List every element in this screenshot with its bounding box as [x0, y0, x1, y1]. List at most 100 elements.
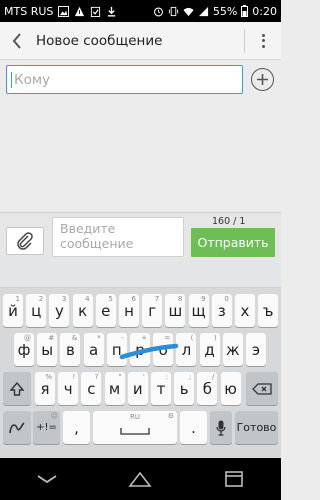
done-key[interactable]: Готово [235, 411, 278, 444]
key-и[interactable]: и ' [127, 372, 148, 405]
key-alt-label: @ [24, 334, 31, 342]
paperclip-icon [17, 232, 33, 250]
key-alt-label: ( [190, 334, 194, 342]
warning-notification-icon [75, 6, 85, 16]
key-т[interactable]: т: [151, 372, 171, 405]
key-alt-label: 4 [85, 295, 90, 303]
key-label: и [132, 379, 143, 398]
key-л[interactable]: л( [176, 333, 197, 366]
key-ъ[interactable]: ъ [258, 294, 279, 327]
key-alt-label: ' [142, 373, 145, 381]
key-label: ъ [262, 301, 274, 320]
key-з[interactable]: з0 [211, 294, 232, 327]
key-alt-label: 0 [224, 295, 229, 303]
app-bar: Новое сообщение [0, 22, 281, 60]
image-notification-icon [58, 5, 70, 17]
key-э[interactable]: э [246, 333, 266, 366]
period-key[interactable]: . [180, 411, 207, 444]
key-label: я [40, 379, 50, 398]
key-label: ф [17, 340, 31, 359]
backspace-key[interactable] [246, 372, 278, 405]
key-к[interactable]: к4 [72, 294, 93, 327]
key-alt-label: % [45, 373, 52, 381]
overflow-menu-button[interactable] [245, 22, 281, 60]
status-bar: MTS RUS 55% 0:20 [0, 0, 281, 22]
key-м[interactable]: м " [104, 372, 125, 405]
nav-hide-keyboard-button[interactable] [35, 469, 59, 489]
send-button[interactable]: Отправить [191, 228, 275, 257]
emoji-icon: ☺ [50, 412, 58, 420]
key-alt-label: 6 [131, 295, 136, 303]
symbols-key[interactable]: ☺ +!= [33, 411, 60, 444]
gesture-key[interactable] [3, 411, 31, 444]
key-в[interactable]: в & [60, 333, 81, 366]
character-counter: 160 / 1 [212, 216, 246, 227]
key-label: г [148, 301, 157, 320]
comma-key[interactable]: , [63, 411, 90, 444]
key-х[interactable]: х [235, 294, 255, 327]
key-о[interactable]: о = [153, 333, 174, 366]
signal-icon [198, 6, 208, 16]
key-label: з [217, 301, 226, 320]
key-label: в [65, 340, 75, 359]
key-alt-label: / [212, 373, 215, 381]
shift-icon [10, 381, 24, 396]
key-label: ю [224, 379, 237, 398]
microphone-icon [216, 420, 226, 436]
key-label: д [204, 340, 215, 359]
key-щ[interactable]: щ9 [188, 294, 209, 327]
shift-key[interactable] [3, 372, 31, 405]
space-bar-icon [120, 427, 150, 435]
system-nav-bar [0, 458, 281, 500]
key-ж[interactable]: ж [222, 333, 243, 366]
message-input[interactable]: Введите сообщение [52, 217, 184, 257]
key-label: а [88, 340, 99, 359]
recipient-input[interactable]: Кому [6, 65, 243, 94]
key-ф[interactable]: ф @ [14, 333, 34, 366]
key-alt-label: 2 [38, 295, 44, 303]
key-alt-label: 8 [177, 295, 183, 303]
key-label: м [108, 379, 121, 398]
key-row-3: я% ч! с? м " и ' т: ь; б / ю [0, 372, 281, 405]
key-label: ц [31, 301, 42, 320]
key-row-2: ф @ ы # в & а * п - р + о = л(д) ж э [0, 333, 281, 366]
key-label: й [8, 301, 18, 320]
key-п[interactable]: п- [106, 333, 127, 366]
key-й[interactable]: й1 [3, 294, 23, 327]
key-р[interactable]: р + [130, 333, 150, 366]
symbols-key-label: +!= [36, 422, 57, 433]
key-ц[interactable]: ц2 [26, 294, 47, 327]
key-б[interactable]: б / [197, 372, 218, 405]
key-label: щ [191, 301, 206, 320]
voice-input-key[interactable] [210, 411, 232, 444]
backspace-icon [252, 382, 272, 395]
download-icon [108, 6, 116, 17]
key-ш[interactable]: ш8 [165, 294, 186, 327]
attach-button[interactable] [6, 227, 44, 255]
key-я[interactable]: я% [35, 372, 55, 405]
key-у[interactable]: у3 [49, 294, 70, 327]
add-contact-button[interactable] [251, 68, 274, 91]
key-alt-label: ) [213, 334, 217, 342]
key-label: ш [168, 301, 183, 320]
key-н[interactable]: н6 [119, 294, 139, 327]
key-ы[interactable]: ы # [37, 333, 58, 366]
add-contact-icon [257, 74, 268, 85]
nav-recents-button[interactable] [222, 469, 246, 489]
key-а[interactable]: а * [83, 333, 104, 366]
key-д[interactable]: д) [199, 333, 220, 366]
nav-home-button[interactable] [128, 469, 153, 489]
key-ь[interactable]: ь; [174, 372, 195, 405]
key-alt-label: : [165, 373, 168, 381]
key-г[interactable]: г7 [142, 294, 163, 327]
swipe-gesture-icon [9, 421, 25, 433]
space-lang-label: RU [130, 413, 140, 421]
back-button[interactable] [0, 22, 34, 60]
key-label: т [156, 379, 166, 398]
clock: 0:20 [252, 4, 277, 18]
key-е[interactable]: е5 [95, 294, 116, 327]
key-ю[interactable]: ю [220, 372, 241, 405]
key-с[interactable]: с? [81, 372, 102, 405]
key-ч[interactable]: ч! [58, 372, 79, 405]
space-key[interactable]: RU ⚙ [93, 411, 177, 444]
